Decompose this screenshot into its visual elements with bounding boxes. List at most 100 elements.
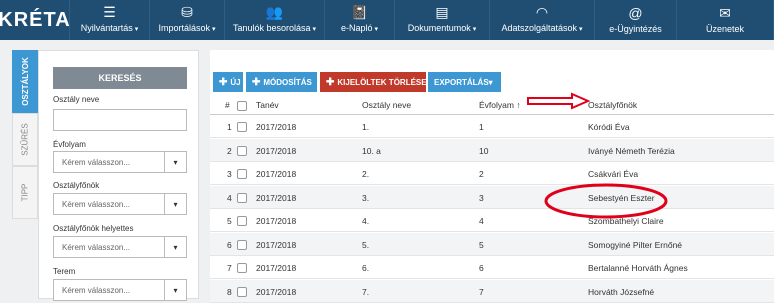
table-cell: Kóródi Éva xyxy=(588,122,630,132)
envelope-icon: ✉ xyxy=(719,4,731,21)
table-cell: 10. a xyxy=(362,145,381,156)
column-header[interactable]: # xyxy=(225,100,230,110)
select-value: Kérem válasszon... xyxy=(62,199,131,209)
chevron-down-icon[interactable]: ▾ xyxy=(164,280,186,300)
select-value: Kérem válasszon... xyxy=(62,242,131,252)
row-checkbox[interactable] xyxy=(237,286,247,297)
nav-label: e-Napló xyxy=(341,22,373,33)
caret-down-icon: ▾ xyxy=(577,25,583,33)
column-header[interactable]: Évfolyam ↑ xyxy=(479,100,521,110)
nav-item-enaplo[interactable]: 📓 e-Napló ▾ xyxy=(325,0,395,40)
table-row[interactable]: 1 2017/2018 1. 1 Kóródi Éva xyxy=(210,115,774,138)
kreta-logo[interactable]: KRÉTA xyxy=(0,0,70,40)
side-tab-label: SZŰRÉS xyxy=(20,123,30,156)
column-header[interactable]: Osztályfőnök xyxy=(588,100,637,110)
table-row[interactable]: 7 2017/2018 6. 6 Bertalanné Horváth Ágnes xyxy=(210,256,774,279)
row-checkbox[interactable] xyxy=(237,239,247,250)
top-navbar: KRÉTA ☰ Nyilvántartás ▾ ⛁ Importálások ▾ 👥 Ta… xyxy=(0,0,774,40)
row-checkbox[interactable] xyxy=(237,122,247,132)
filter-label: Osztályfőnök xyxy=(53,181,100,190)
caret-down-icon: ▾ xyxy=(470,25,477,33)
row-checkbox[interactable] xyxy=(237,145,247,156)
side-tab-label: TIPP xyxy=(20,183,30,202)
table-cell: Iványé Németh Terézia xyxy=(588,145,675,156)
chevron-down-icon[interactable]: ▾ xyxy=(164,237,186,257)
caret-down-icon: ▾ xyxy=(132,25,139,33)
table-cell: 2017/2018 xyxy=(256,145,297,156)
table-header: # Tanév Osztály neve Évfolyam ↑ Osztályfőnök xyxy=(210,97,774,115)
table-cell: 1 xyxy=(479,122,484,132)
table-cell: 2. xyxy=(362,169,370,179)
table-cell: 2017/2018 xyxy=(256,263,297,273)
modositas-button[interactable]: ✚ MÓDOSÍTÁS xyxy=(246,72,317,92)
table-cell: 1. xyxy=(362,122,370,132)
table-cell: 10 xyxy=(479,145,489,156)
button-label: MÓDOSÍTÁS xyxy=(263,77,312,87)
table-row[interactable]: 8 2017/2018 7. 7 Horváth Józsefné xyxy=(210,279,774,303)
nav-item-uzenetek[interactable]: ✉ Üzenetek xyxy=(677,0,774,40)
search-panel-title: KERESÉS xyxy=(53,67,187,89)
plus-icon: ✚ xyxy=(219,76,228,88)
row-checkbox[interactable] xyxy=(237,216,247,226)
table-row[interactable]: 3 2017/2018 2. 2 Csákvári Éva xyxy=(210,162,774,185)
filter-select[interactable]: Kérem válasszon... ▾ xyxy=(53,193,187,215)
nav-item-tanulok[interactable]: 👥 Tanulók besorolása ▾ xyxy=(225,0,325,40)
nav-label: Üzenetek xyxy=(705,23,745,34)
table-cell: 6 xyxy=(227,239,232,250)
nav-item-eugyintezes[interactable]: @ e-Ügyintézés xyxy=(595,0,677,40)
nav-label: e-Ügyintézés xyxy=(609,23,662,34)
table-cell: 2017/2018 xyxy=(256,239,297,250)
class-name-input[interactable] xyxy=(53,109,187,131)
table-cell: 2 xyxy=(227,145,232,156)
table-cell: 8 xyxy=(227,286,232,297)
table-cell: Csákvári Éva xyxy=(588,169,639,179)
side-tab-tipp[interactable]: TIPP xyxy=(12,166,38,219)
side-tab-label: OSZTÁLYOK xyxy=(20,57,30,106)
filter-select[interactable]: Kérem válasszon... ▾ xyxy=(53,151,187,173)
nav-item-nyilvantartas[interactable]: ☰ Nyilvántartás ▾ xyxy=(70,0,150,40)
nav-item-importalasok[interactable]: ⛁ Importálások ▾ xyxy=(150,0,225,40)
row-checkbox[interactable] xyxy=(237,192,247,203)
filter-label: Osztály neve xyxy=(53,95,100,104)
column-header[interactable]: Tanév xyxy=(256,100,279,110)
table-cell: 4 xyxy=(227,192,232,203)
chevron-down-icon[interactable]: ▾ xyxy=(164,194,186,214)
chevron-down-icon[interactable]: ▾ xyxy=(164,152,186,172)
select-all-checkbox[interactable] xyxy=(237,101,247,111)
filter-label: Terem xyxy=(53,267,76,276)
column-header[interactable]: Osztály neve xyxy=(362,100,411,110)
nav-item-dokumentumok[interactable]: ▤ Dokumentumok ▾ xyxy=(395,0,490,40)
row-checkbox[interactable] xyxy=(237,263,247,273)
filter-select[interactable]: Kérem válasszon... ▾ xyxy=(53,236,187,258)
nav-label: Tanulók besorolása xyxy=(232,22,311,33)
side-tab-osztalyok[interactable]: OSZTÁLYOK xyxy=(12,50,38,113)
nav-item-adatszolg[interactable]: ◠ Adatszolgáltatások ▾ xyxy=(490,0,595,40)
caret-down-icon: ▾ xyxy=(310,25,317,33)
table-cell: 6. xyxy=(362,263,370,273)
filter-select[interactable]: Kérem válasszon... ▾ xyxy=(53,279,187,301)
table-cell: 2017/2018 xyxy=(256,122,297,132)
torles-button[interactable]: ✚ KIJELÖLTEK TÖRLÉSE xyxy=(320,72,427,92)
table-cell: 7 xyxy=(479,286,484,297)
table-row[interactable]: 5 2017/2018 4. 4 Szombathelyi Claire xyxy=(210,209,774,232)
table-cell: Horváth Józsefné xyxy=(588,286,655,297)
table-cell: 2017/2018 xyxy=(256,216,297,226)
plus-icon: ✚ xyxy=(252,76,261,88)
export-button[interactable]: EXPORTÁLÁS ▾ xyxy=(428,72,501,92)
table-cell: Bertalanné Horváth Ágnes xyxy=(588,263,688,273)
table-row[interactable]: 4 2017/2018 3. 3 Sebestyén Eszter xyxy=(210,185,774,209)
table-row[interactable]: 2 2017/2018 10. a 10 Iványé Németh Terézia xyxy=(210,138,774,162)
list-icon: ☰ xyxy=(103,3,116,20)
plus-icon: ✚ xyxy=(326,76,335,88)
select-value: Kérem válasszon... xyxy=(62,285,131,295)
nav-label: Dokumentumok xyxy=(407,22,471,33)
uj-button[interactable]: ✚ ÚJ xyxy=(213,72,243,92)
caret-down-icon: ▾ xyxy=(372,25,378,33)
table-cell: 6 xyxy=(479,263,484,273)
table-row[interactable]: 6 2017/2018 5. 5 Somogyiné Pilter Ernőné xyxy=(210,232,774,256)
table-cell: 7. xyxy=(362,286,370,297)
row-checkbox[interactable] xyxy=(237,169,247,179)
table-cell: Szombathelyi Claire xyxy=(588,216,664,226)
side-tab-szures[interactable]: SZŰRÉS xyxy=(12,113,38,166)
table-cell: 4 xyxy=(479,216,484,226)
